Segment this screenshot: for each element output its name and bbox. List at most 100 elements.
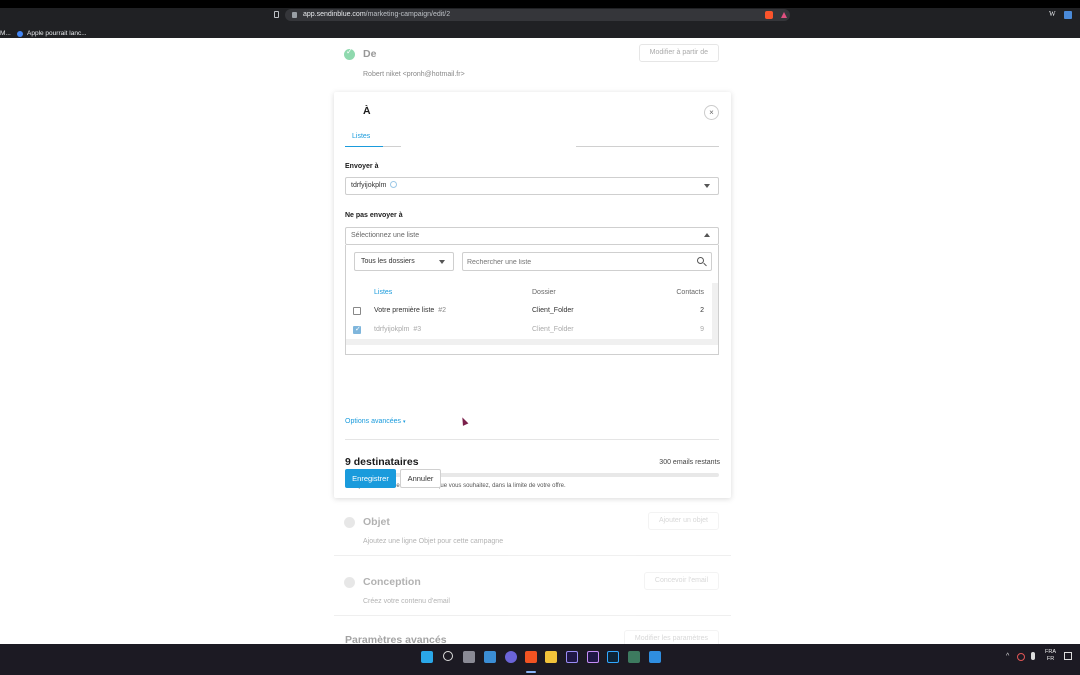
after-effects-icon[interactable] xyxy=(566,651,578,663)
refresh-icon[interactable] xyxy=(1017,653,1025,661)
list-chip-label: tdrfyijokplm xyxy=(351,182,387,189)
url-text: app.sendinblue.com/marketing-campaign/ed… xyxy=(303,9,450,21)
step-advanced-settings: Paramètres avancés Modifier les paramètr… xyxy=(334,624,731,644)
send-to-select[interactable]: tdrfyijokplm xyxy=(345,177,719,195)
chevron-up-icon[interactable]: ^ xyxy=(1006,653,1009,660)
search-icon-handle xyxy=(703,262,707,267)
horizontal-scrollbar[interactable] xyxy=(346,339,718,345)
list-name: Votre première liste xyxy=(374,307,435,314)
save-button[interactable]: Enregistrer xyxy=(345,469,396,488)
active-app-indicator xyxy=(526,671,536,673)
list-checkbox-checked[interactable] xyxy=(353,325,361,334)
chevron-down-icon[interactable] xyxy=(704,184,710,188)
rewards-icon[interactable] xyxy=(781,12,787,18)
mail-app-icon[interactable] xyxy=(649,651,661,663)
page: ✓ De Robert niket <pronh@hotmail.fr> Mod… xyxy=(0,38,1080,644)
edit-from-button[interactable]: Modifier à partir de xyxy=(638,44,719,62)
url-host: app.sendinblue.com xyxy=(303,11,366,18)
wikipedia-extension-icon[interactable]: W xyxy=(1049,10,1056,18)
chat-icon[interactable] xyxy=(505,651,517,663)
card-title: À xyxy=(363,105,371,117)
tab-divider xyxy=(576,146,719,147)
exclude-placeholder: Sélectionnez une liste xyxy=(351,232,420,239)
windows-start-icon[interactable] xyxy=(421,651,433,663)
emails-remaining: 300 emails restants xyxy=(659,459,720,466)
region-code: FR xyxy=(1046,656,1055,662)
remove-chip-icon[interactable] xyxy=(390,181,398,188)
list-id: #3 xyxy=(413,326,422,333)
extension-icon[interactable] xyxy=(1064,11,1072,19)
bookmark-item[interactable]: Apple pourrait lanc... xyxy=(27,30,87,37)
advanced-options-link[interactable]: Options avancées ▾ xyxy=(345,418,406,425)
taskbar: ^ FRA FR xyxy=(0,644,1080,675)
list-contacts: 2 xyxy=(700,307,704,314)
photoshop-icon[interactable] xyxy=(607,651,619,663)
list-id: #2 xyxy=(438,307,447,314)
table-row[interactable]: tdrfyijokplm #3 Client_Folder 9 xyxy=(346,320,712,339)
bookmark-icon[interactable] xyxy=(274,11,279,18)
cancel-button[interactable]: Annuler xyxy=(400,469,441,488)
column-contacts[interactable]: Contacts xyxy=(652,283,712,301)
chevron-down-icon xyxy=(439,260,445,264)
list-chip[interactable]: tdrfyijokplm xyxy=(351,181,398,191)
column-folder[interactable]: Dossier xyxy=(532,283,652,301)
tab-lists[interactable]: Listes xyxy=(352,133,370,140)
step-pending-icon xyxy=(344,517,355,528)
recipients-count: 9 destinataires xyxy=(345,456,419,468)
chevron-down-icon: ▾ xyxy=(403,419,406,425)
step-title: Conception xyxy=(363,576,421,588)
search-icon[interactable] xyxy=(443,651,453,661)
download-app-icon[interactable] xyxy=(628,651,640,663)
exclude-select[interactable]: Sélectionnez une liste xyxy=(345,227,719,245)
screen: app.sendinblue.com/marketing-campaign/ed… xyxy=(0,0,1080,675)
file-explorer-icon[interactable] xyxy=(545,651,557,663)
tab-divider xyxy=(383,146,401,147)
step-pending-icon xyxy=(344,577,355,588)
list-search-box[interactable] xyxy=(462,252,712,271)
edit-settings-button[interactable]: Modifier les paramètres xyxy=(623,630,719,644)
column-lists[interactable]: Listes xyxy=(374,283,532,301)
divider xyxy=(345,439,719,440)
tab-active-underline xyxy=(345,146,383,147)
brave-browser-icon[interactable] xyxy=(525,651,537,663)
step-title: Paramètres avancés xyxy=(345,634,447,644)
list-name: tdrfyijokplm xyxy=(374,326,410,333)
lists-table: Listes Dossier Contacts Votre première l… xyxy=(346,283,712,339)
chevron-up-icon[interactable] xyxy=(704,233,710,237)
list-checkbox[interactable] xyxy=(353,306,361,315)
design-email-button[interactable]: Concevoir l'email xyxy=(643,572,719,590)
vertical-scrollbar[interactable] xyxy=(712,283,718,339)
send-to-label: Envoyer à xyxy=(345,163,379,170)
list-folder: Client_Folder xyxy=(532,326,574,333)
step-design: Conception Créez votre contenu d'email C… xyxy=(334,564,731,616)
brave-shield-icon[interactable] xyxy=(765,11,773,19)
step-title: De xyxy=(363,48,377,60)
task-view-icon[interactable] xyxy=(463,651,475,663)
advanced-options-label: Options avancées xyxy=(345,418,402,425)
language-indicator[interactable]: FRA FR xyxy=(1045,649,1056,663)
folder-filter-select[interactable]: Tous les dossiers xyxy=(354,252,454,271)
step-description: Créez votre contenu d'email xyxy=(363,598,450,605)
folder-filter-label: Tous les dossiers xyxy=(361,258,415,265)
bookmark-item[interactable]: M... xyxy=(0,30,11,37)
list-contacts: 9 xyxy=(700,326,704,333)
address-bar[interactable]: app.sendinblue.com/marketing-campaign/ed… xyxy=(285,9,790,21)
step-subject: Objet Ajoutez une ligne Objet pour cette… xyxy=(334,504,731,556)
close-icon[interactable]: × xyxy=(704,105,719,120)
step-from: ✓ De Robert niket <pronh@hotmail.fr> Mod… xyxy=(334,38,731,90)
widgets-icon[interactable] xyxy=(484,651,496,663)
language-code: FRA xyxy=(1045,649,1056,655)
step-description: Ajoutez une ligne Objet pour cette campa… xyxy=(363,538,504,545)
microphone-icon[interactable] xyxy=(1031,652,1035,660)
add-subject-button[interactable]: Ajouter un objet xyxy=(647,512,719,530)
check-mark-icon: ✓ xyxy=(346,47,353,56)
check-mark-icon: ✓ xyxy=(346,105,353,114)
exclude-label: Ne pas envoyer à xyxy=(345,212,403,219)
lock-icon xyxy=(292,12,297,18)
table-header-row: Listes Dossier Contacts xyxy=(346,283,712,301)
table-row[interactable]: Votre première liste #2 Client_Folder 2 xyxy=(346,301,712,320)
apple-news-icon xyxy=(17,31,23,37)
list-search-input[interactable] xyxy=(467,256,687,268)
network-icon[interactable] xyxy=(1064,652,1072,660)
premiere-icon[interactable] xyxy=(587,651,599,663)
